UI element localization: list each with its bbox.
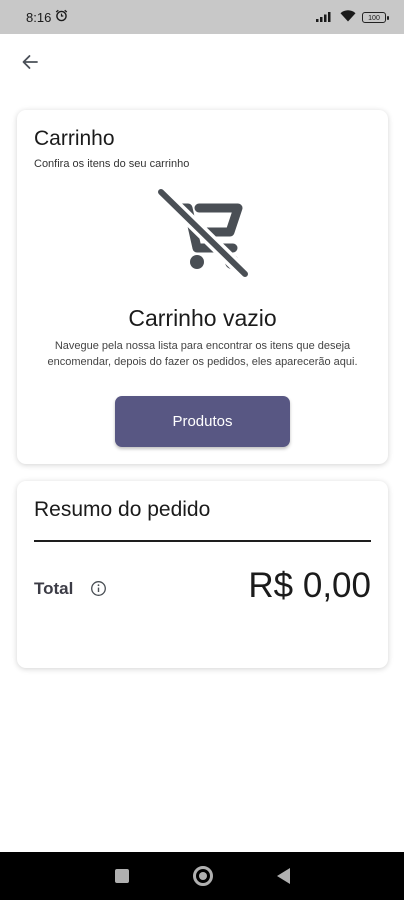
info-icon[interactable] — [90, 580, 107, 597]
total-value: R$ 0,00 — [248, 566, 371, 605]
cart-off-icon — [153, 185, 253, 281]
summary-divider — [34, 540, 371, 542]
status-left: 8:16 — [26, 9, 68, 25]
empty-cart-title: Carrinho vazio — [128, 305, 277, 331]
wifi-icon — [340, 9, 356, 25]
status-bar: 8:16 100 — [0, 0, 404, 34]
circle-icon[interactable] — [192, 866, 213, 886]
arrow-left-icon — [20, 52, 40, 77]
cart-title: Carrinho — [34, 127, 115, 150]
signal-icon — [316, 10, 334, 25]
cart-subtitle: Confira os itens do seu carrinho — [34, 158, 190, 170]
total-label: Total — [34, 579, 74, 598]
empty-cart-description: Navegue pela nossa lista para encontrar … — [47, 340, 358, 368]
triangle-back-icon[interactable] — [276, 868, 290, 884]
status-right: 100 — [316, 9, 389, 25]
alarm-icon — [55, 9, 68, 25]
back-button[interactable] — [14, 48, 46, 80]
cart-card: Carrinho Confira os itens do seu carrinh… — [17, 110, 388, 464]
summary-title: Resumo do pedido — [34, 498, 211, 521]
status-time: 8:16 — [26, 9, 52, 25]
products-button[interactable]: Produtos — [115, 396, 290, 447]
battery-icon: 100 — [362, 11, 389, 23]
order-summary-card: Resumo do pedido Total R$ 0,00 — [17, 481, 388, 668]
square-icon[interactable] — [114, 869, 129, 883]
system-nav-bar — [0, 852, 404, 900]
